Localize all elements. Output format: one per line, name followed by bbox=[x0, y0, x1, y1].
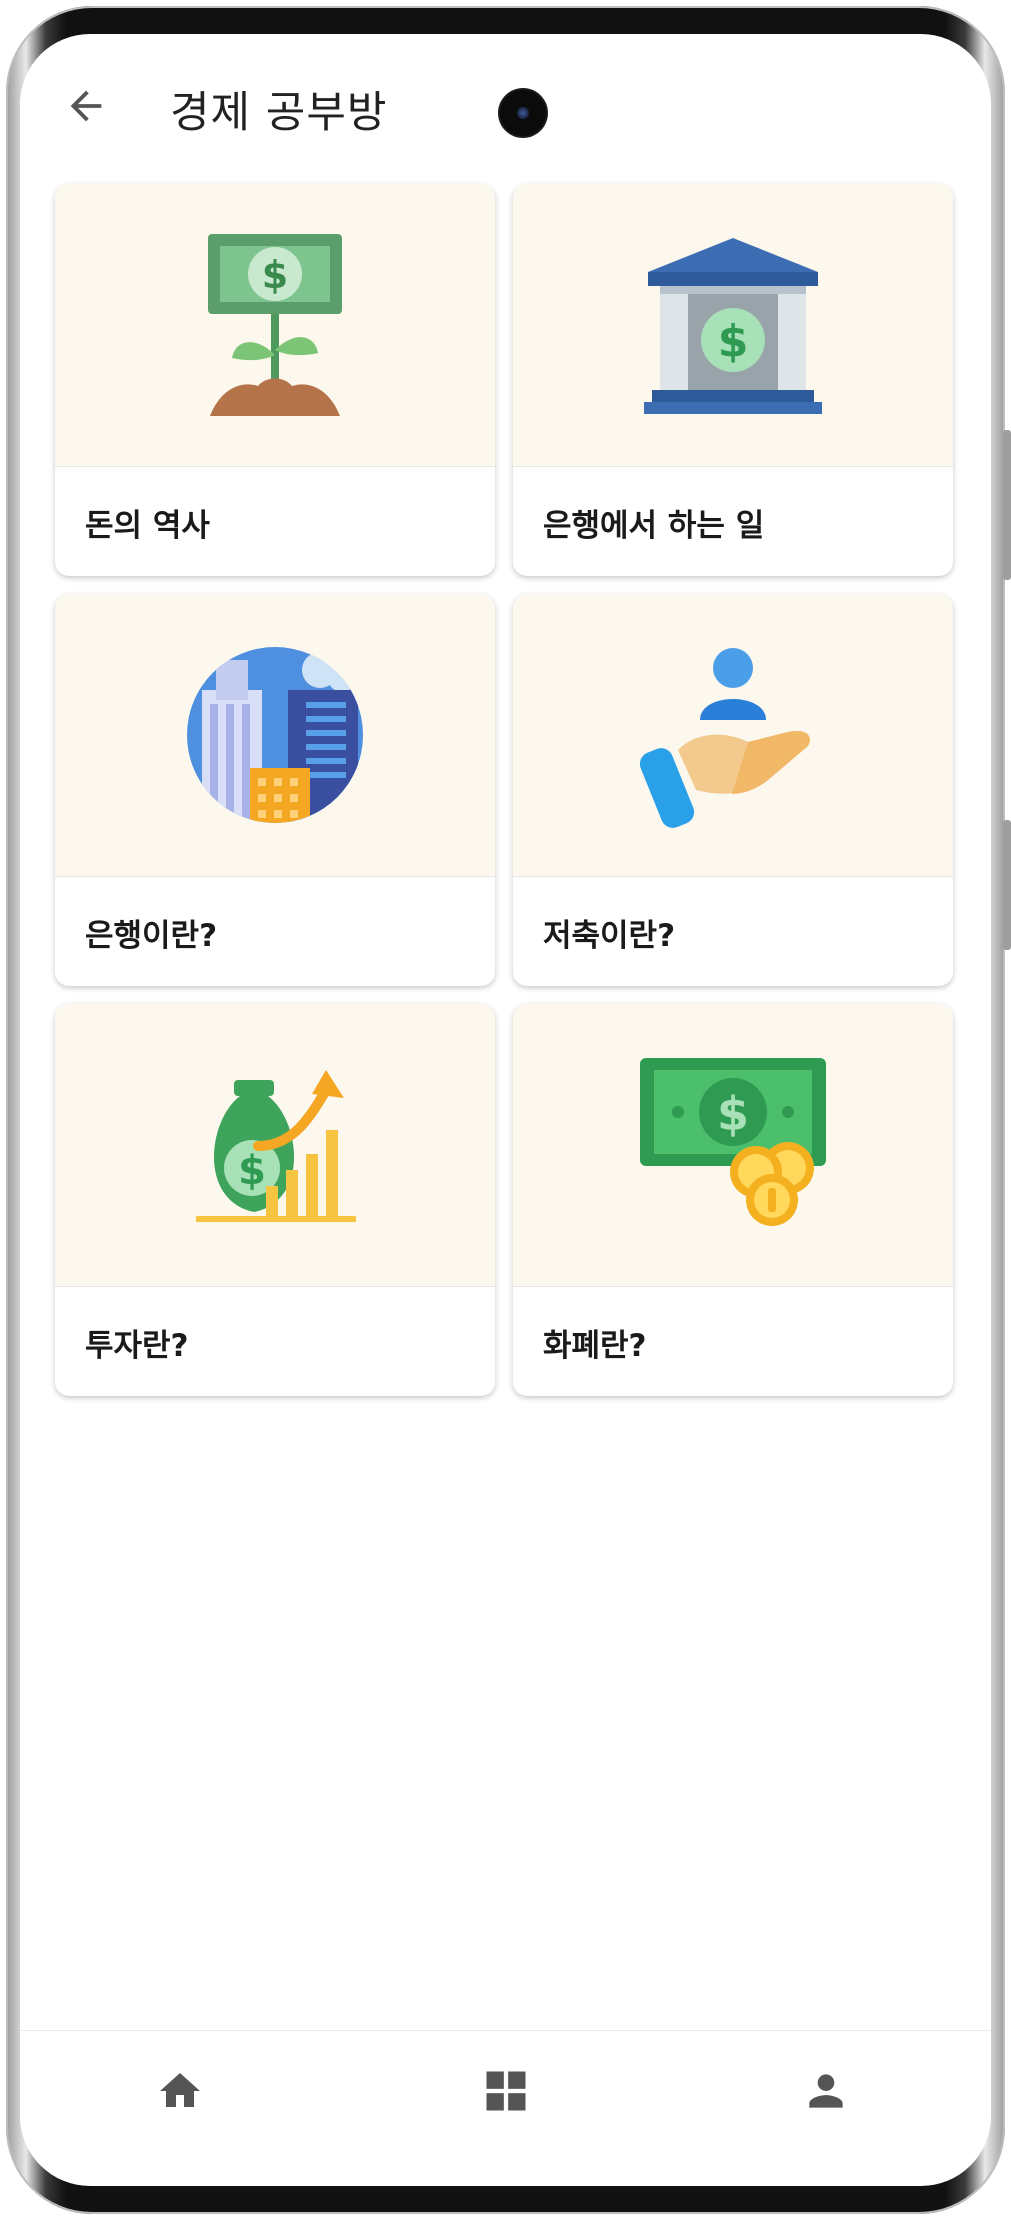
card-label: 저축이란? bbox=[543, 917, 676, 954]
svg-text:$: $ bbox=[262, 253, 288, 297]
topic-grid: $ 돈의 역사 $ 은행에서 하는 일 은행이란? 저축이란? $ 투자란? $… bbox=[55, 184, 953, 1396]
nav-profile-button[interactable] bbox=[796, 2061, 856, 2121]
card-image: $ bbox=[55, 1004, 495, 1287]
topic-card-what-is-bank[interactable]: 은행이란? bbox=[55, 594, 495, 986]
volume-button bbox=[1003, 430, 1011, 580]
banknote-coins-icon: $ bbox=[640, 1058, 826, 1226]
card-image bbox=[55, 594, 495, 877]
front-camera bbox=[500, 90, 546, 136]
topic-card-money-history[interactable]: $ 돈의 역사 bbox=[55, 184, 495, 576]
app-screen: 경제 공부방 $ 돈의 역사 $ 은행에서 하는 일 은행이란? 저축이란? $… bbox=[20, 34, 991, 2186]
card-label: 돈의 역사 bbox=[85, 507, 210, 544]
topic-card-what-is-investment[interactable]: $ 투자란? bbox=[55, 1004, 495, 1396]
svg-text:$: $ bbox=[718, 316, 749, 367]
topic-card-what-is-currency[interactable]: $ 화폐란? bbox=[513, 1004, 953, 1396]
back-button[interactable] bbox=[56, 76, 116, 136]
home-icon bbox=[160, 2073, 200, 2107]
nav-home-button[interactable] bbox=[150, 2061, 210, 2121]
card-image bbox=[513, 594, 953, 877]
page-title: 경제 공부방 bbox=[170, 88, 388, 138]
topic-card-what-is-saving[interactable]: 저축이란? bbox=[513, 594, 953, 986]
svg-text:$: $ bbox=[717, 1087, 749, 1141]
bottom-navigation bbox=[20, 2030, 991, 2151]
grid-icon bbox=[486, 2071, 526, 2111]
card-label: 은행이란? bbox=[85, 917, 218, 954]
hand-person-icon bbox=[639, 648, 810, 828]
money-plant-icon: $ bbox=[208, 234, 342, 416]
card-image: $ bbox=[513, 184, 953, 467]
person-icon bbox=[809, 2074, 843, 2108]
card-label: 투자란? bbox=[85, 1327, 189, 1364]
arrow-left-icon bbox=[70, 90, 102, 122]
power-button bbox=[1003, 820, 1011, 950]
svg-text:$: $ bbox=[238, 1148, 266, 1194]
bank-building-icon: $ bbox=[644, 238, 822, 414]
card-label: 은행에서 하는 일 bbox=[543, 507, 765, 544]
nav-grid-button[interactable] bbox=[476, 2061, 536, 2121]
card-image: $ bbox=[55, 184, 495, 467]
money-bag-growth-icon: $ bbox=[196, 1070, 356, 1222]
card-label: 화폐란? bbox=[543, 1327, 647, 1364]
city-buildings-icon bbox=[187, 647, 363, 823]
phone-frame: 경제 공부방 $ 돈의 역사 $ 은행에서 하는 일 은행이란? 저축이란? $… bbox=[0, 0, 1011, 2220]
topic-card-bank-work[interactable]: $ 은행에서 하는 일 bbox=[513, 184, 953, 576]
card-image: $ bbox=[513, 1004, 953, 1287]
